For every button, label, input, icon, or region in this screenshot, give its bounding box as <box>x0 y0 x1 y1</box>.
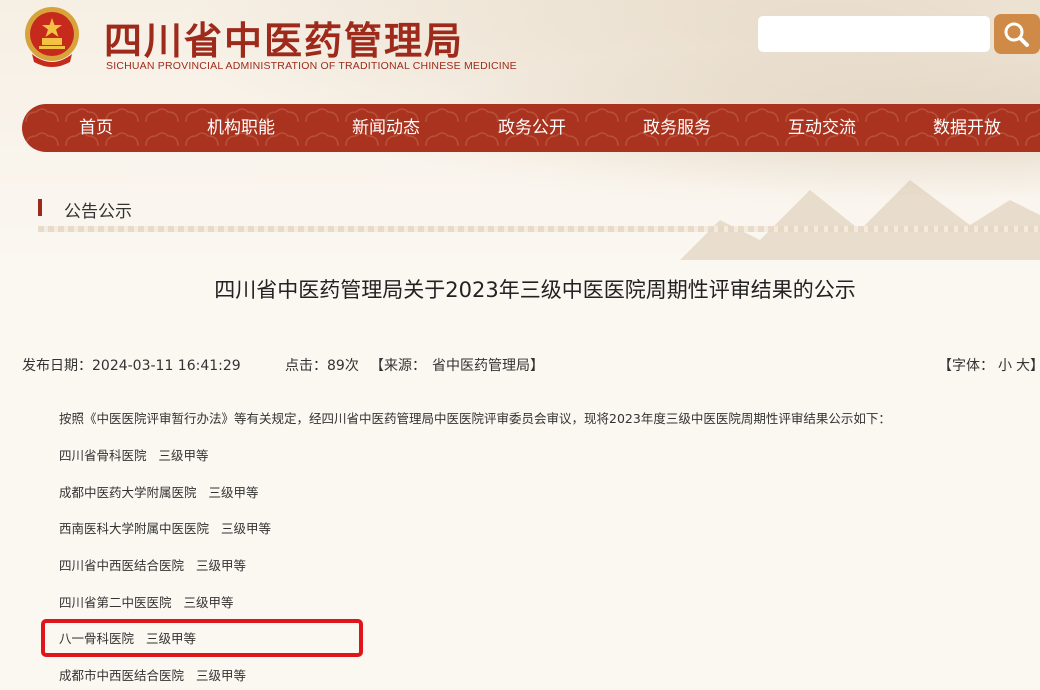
publish-date-label: 发布日期： <box>22 358 92 374</box>
article-title: 四川省中医药管理局关于2023年三级中医医院周期性评审结果的公示 <box>214 278 856 302</box>
main-nav: 首页 机构职能 新闻动态 政务公开 政务服务 互动交流 数据开放 <box>22 104 1040 152</box>
click-count-label: 点击： <box>285 358 327 374</box>
list-item: 成都市中西医结合医院 三级甲等 <box>59 665 246 684</box>
list-item: 成都中医药大学附属医院 三级甲等 <box>59 482 259 501</box>
publish-date: 发布日期：2024-03-11 16:41:29 <box>22 355 241 375</box>
source-prefix: 【来源： <box>370 358 426 374</box>
national-emblem-icon[interactable] <box>22 6 82 68</box>
site-subtitle: SICHUAN PROVINCIAL ADMINISTRATION OF TRA… <box>106 60 517 72</box>
list-item: 四川省中西医结合医院 三级甲等 <box>59 555 246 574</box>
magnifier-icon <box>1004 22 1029 47</box>
mountain-decoration <box>680 180 1040 260</box>
hospital-name: 成都中医药大学附属医院 <box>59 485 197 500</box>
font-large-link[interactable]: 大 <box>1016 358 1030 374</box>
hospital-name: 四川省中西医结合医院 <box>59 558 185 573</box>
section-marker <box>38 199 42 216</box>
font-size-suffix: 】 <box>1030 358 1040 374</box>
hospital-grade: 三级甲等 <box>208 485 259 500</box>
nav-item-services[interactable]: 政务服务 <box>643 104 711 152</box>
hospital-grade: 三级甲等 <box>196 668 247 683</box>
search-button[interactable] <box>994 14 1040 54</box>
click-count: 点击：89次 <box>285 355 359 375</box>
article-intro: 按照《中医医院评审暂行办法》等有关规定，经四川省中医药管理局中医医院评审委员会审… <box>59 411 891 426</box>
hospital-grade: 三级甲等 <box>196 558 247 573</box>
site-header: 四川省中医药管理局 SICHUAN PROVINCIAL ADMINISTRAT… <box>0 0 1040 100</box>
click-count-value: 89 <box>327 358 345 374</box>
section-title[interactable]: 公告公示 <box>64 197 132 222</box>
section-divider <box>38 226 1040 232</box>
nav-item-interaction[interactable]: 互动交流 <box>788 104 856 152</box>
nav-item-home[interactable]: 首页 <box>79 104 113 152</box>
source-suffix: 】 <box>530 358 544 374</box>
hospital-name: 西南医科大学附属中医医院 <box>59 521 210 536</box>
nav-item-open-data[interactable]: 数据开放 <box>933 104 1001 152</box>
font-small-link[interactable]: 小 <box>998 358 1012 374</box>
list-item: 四川省骨科医院 三级甲等 <box>59 445 209 464</box>
font-size-control: 【字体：小大】 <box>938 355 1040 375</box>
article-source: 【来源： 省中医药管理局】 <box>370 355 544 375</box>
nav-item-functions[interactable]: 机构职能 <box>207 104 275 152</box>
hospital-grade: 三级甲等 <box>183 595 234 610</box>
click-count-unit: 次 <box>344 358 359 374</box>
publish-date-value: 2024-03-11 16:41:29 <box>92 358 241 374</box>
hospital-grade: 三级甲等 <box>158 448 209 463</box>
site-title[interactable]: 四川省中医药管理局 <box>104 10 464 65</box>
list-item: 西南医科大学附属中医医院 三级甲等 <box>59 518 271 537</box>
source-value: 省中医药管理局 <box>432 358 530 374</box>
list-item: 四川省第二中医医院 三级甲等 <box>59 592 234 611</box>
highlight-annotation <box>41 619 363 657</box>
hospital-name: 四川省骨科医院 <box>59 448 147 463</box>
nav-item-news[interactable]: 新闻动态 <box>352 104 420 152</box>
nav-item-gov-affairs[interactable]: 政务公开 <box>498 104 566 152</box>
hospital-grade: 三级甲等 <box>221 521 272 536</box>
font-size-prefix: 【字体： <box>938 358 994 374</box>
hospital-name: 成都市中西医结合医院 <box>59 668 185 683</box>
hospital-name: 四川省第二中医医院 <box>59 595 172 610</box>
search-input[interactable] <box>757 15 991 53</box>
